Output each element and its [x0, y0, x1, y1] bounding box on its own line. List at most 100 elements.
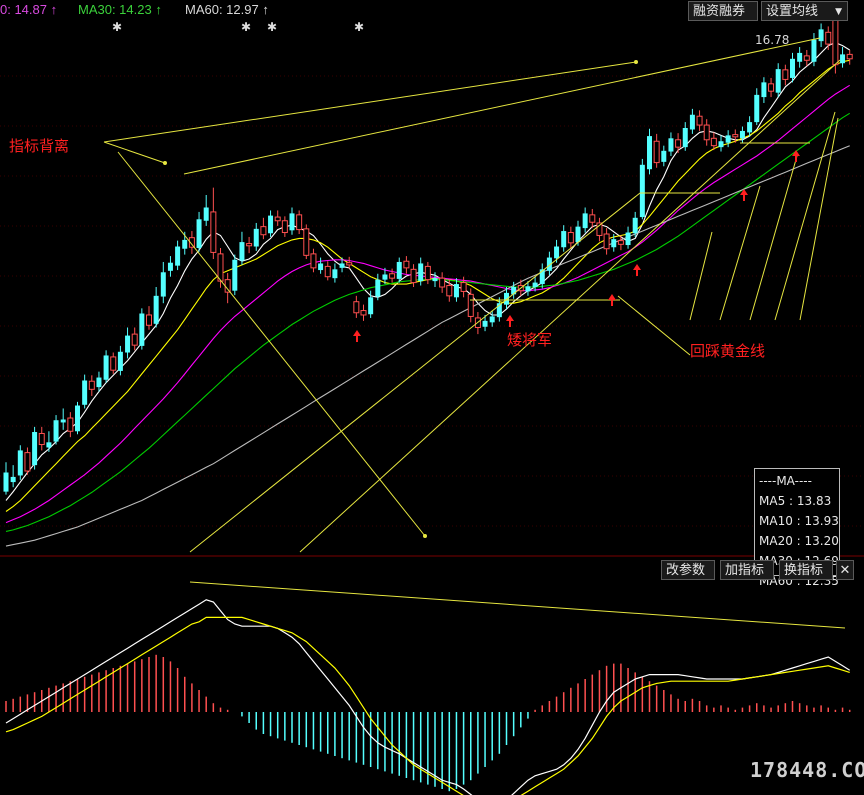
candle-body	[353, 301, 360, 314]
candle-body	[460, 282, 467, 292]
candle-body	[382, 274, 388, 280]
candle-body	[396, 261, 402, 279]
candle-body	[675, 139, 682, 148]
candlestick-chart: ✱ ✱ ✱ ✱	[0, 5, 864, 795]
ma-info-title: ----MA----	[759, 474, 812, 488]
candle-body	[761, 82, 767, 98]
candle-body	[825, 31, 832, 45]
candle-body	[96, 377, 102, 388]
candle-body	[647, 136, 652, 170]
candle-body	[360, 310, 367, 316]
candle-body	[368, 297, 374, 315]
candle-body	[625, 232, 631, 246]
candle-body	[846, 53, 853, 60]
candle-body	[811, 39, 817, 62]
event-star-icon: ✱	[112, 20, 122, 34]
candle-body	[117, 351, 123, 371]
candle-body	[75, 405, 80, 432]
candle-body	[125, 335, 131, 353]
ma5-info: MA5 : 13.83	[759, 494, 832, 508]
switch-indicator-button[interactable]: 换指标	[779, 560, 833, 580]
candle-body	[289, 213, 295, 231]
change-params-button[interactable]: 改参数	[661, 560, 715, 580]
candle-body	[246, 243, 253, 247]
buy-arrow-icon	[633, 264, 641, 276]
candle-body	[453, 284, 459, 298]
margin-trading-button[interactable]: 融资融券	[688, 1, 758, 21]
candle-body	[504, 292, 509, 305]
trend-line	[103, 61, 637, 143]
candle-body	[668, 138, 674, 152]
candle-body	[661, 150, 667, 162]
candle-body	[160, 272, 166, 297]
candle-body	[682, 128, 688, 148]
candle-body	[424, 265, 431, 281]
candle-body	[224, 279, 231, 293]
candle-body	[532, 282, 538, 287]
trend-line	[749, 155, 798, 321]
ma10-info: MA10 : 13.93	[759, 514, 839, 528]
candle-body	[32, 432, 38, 466]
add-indicator-button[interactable]: 加指标	[720, 560, 774, 580]
candle-body	[739, 130, 745, 139]
chevron-down-icon: ▼	[835, 7, 842, 17]
candle-body	[775, 69, 781, 93]
candle-body	[582, 213, 588, 229]
candle-body	[797, 52, 803, 62]
candle-body	[210, 211, 217, 253]
candle-body	[818, 29, 824, 42]
candle-body	[310, 253, 317, 269]
candle-body	[439, 277, 446, 288]
candle-body	[182, 239, 188, 249]
candle-body	[589, 214, 596, 223]
golden-line-label: 回踩黄金线	[690, 342, 766, 360]
candle-body	[203, 207, 209, 221]
trend-line	[189, 192, 641, 553]
close-icon[interactable]: ✕	[836, 560, 854, 580]
candle-body	[467, 293, 474, 317]
ma60-header-value: MA60: 12.97 ↑	[185, 2, 269, 17]
candle-body	[146, 314, 152, 326]
ma20-info: MA20 : 13.20	[759, 534, 839, 548]
candle-body	[754, 94, 760, 123]
candle-body	[10, 476, 16, 483]
buy-arrow-icon	[506, 315, 514, 327]
ma30-header-value: MA30: 14.23 ↑	[78, 2, 162, 17]
candle-body	[611, 239, 617, 248]
candle-body	[67, 417, 74, 432]
trend-line	[103, 141, 166, 164]
set-ma-label: 设置均线	[766, 4, 819, 19]
candle-body	[60, 419, 66, 423]
candle-body	[653, 140, 660, 164]
arrow-head	[634, 60, 638, 64]
candle-body	[260, 226, 267, 236]
candle-body	[418, 263, 424, 282]
candle-body	[840, 54, 846, 64]
dwarf-general-label: 矮将军	[507, 331, 553, 349]
candle-body	[303, 228, 310, 256]
candle-body	[554, 246, 560, 259]
candle-body	[632, 217, 638, 234]
high-price-label: 16.78	[755, 33, 790, 47]
candle-body	[24, 452, 31, 472]
set-ma-button[interactable]: 设置均线 ▼	[761, 1, 848, 21]
candle-body	[696, 115, 703, 126]
candle-body	[389, 273, 396, 279]
candle-body	[718, 141, 724, 148]
candle-body	[375, 279, 381, 297]
candle-body	[710, 137, 717, 147]
candle-body	[332, 269, 338, 279]
candle-body	[153, 295, 159, 324]
candle-body	[617, 240, 624, 245]
candle-body	[17, 450, 23, 476]
candle-body	[131, 333, 138, 346]
trend-line	[117, 151, 426, 537]
buy-arrow-icon	[608, 294, 616, 306]
arrow-head	[163, 161, 167, 165]
candle-body	[747, 122, 753, 133]
macd-divergence-line	[189, 581, 846, 629]
candle-body	[567, 232, 574, 244]
candle-body	[318, 263, 324, 271]
candle-body	[432, 278, 438, 282]
candle-body	[103, 355, 109, 380]
